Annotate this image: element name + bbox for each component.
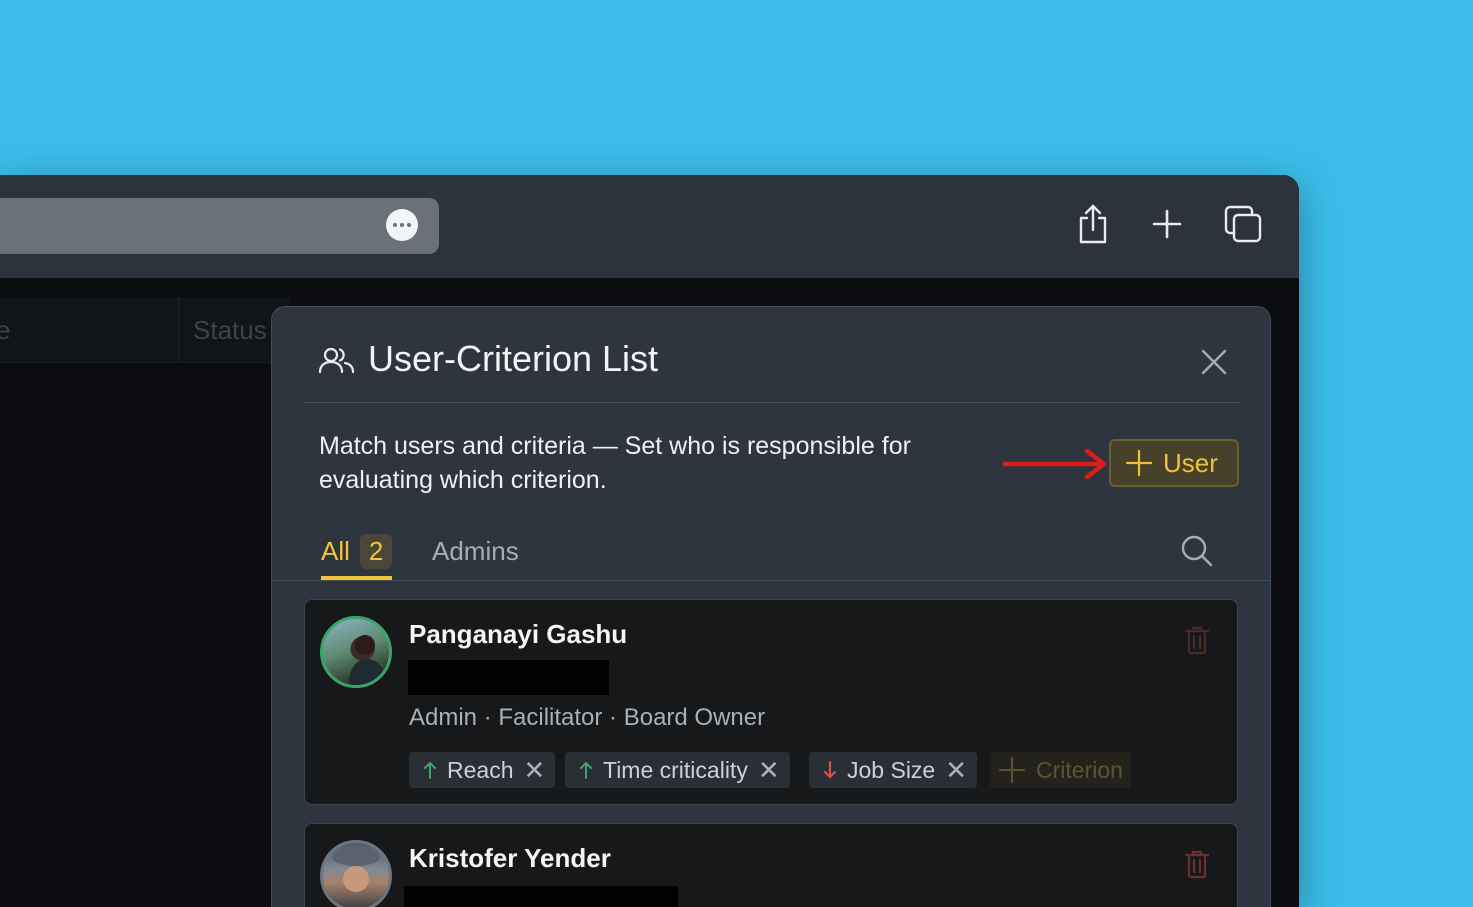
redacted-email <box>408 660 609 695</box>
trash-icon[interactable] <box>1184 849 1210 884</box>
trash-icon[interactable] <box>1184 625 1210 660</box>
add-criterion-label: Criterion <box>1036 756 1123 783</box>
new-tab-icon[interactable] <box>1147 202 1187 246</box>
background-status-header: Status <box>193 315 267 345</box>
plus-icon <box>999 757 1025 783</box>
redacted-email <box>404 886 678 907</box>
add-user-button[interactable]: User <box>1109 439 1239 487</box>
add-user-label: User <box>1163 447 1218 478</box>
avatar <box>320 840 392 907</box>
arrow-down-icon <box>824 761 836 779</box>
browser-toolbar <box>0 175 1299 278</box>
tab-admins[interactable]: Admins <box>432 536 519 567</box>
user-name: Panganayi Gashu <box>409 619 628 649</box>
criterion-label: Job Size <box>847 756 936 783</box>
annotation-arrow <box>1002 447 1109 486</box>
plus-icon <box>1125 449 1153 477</box>
tabs-divider <box>272 580 1270 581</box>
user-roles: Admin · Facilitator · Board Owner <box>409 704 766 731</box>
arrow-up-icon <box>424 761 436 779</box>
criterion-chip: Job Size ✕ <box>809 752 978 788</box>
criterion-chip: Reach ✕ <box>409 752 556 788</box>
remove-criterion-icon[interactable]: ✕ <box>758 755 780 786</box>
share-icon[interactable] <box>1073 202 1113 246</box>
modal-description: Match users and criteria — Set who is re… <box>319 432 911 494</box>
users-icon <box>318 346 356 379</box>
address-bar[interactable] <box>0 198 439 254</box>
tab-all-label: All <box>321 535 350 566</box>
tabs-overview-icon[interactable] <box>1223 202 1263 246</box>
avatar <box>320 616 392 688</box>
more-options-icon[interactable] <box>386 209 418 241</box>
criterion-chip: Time criticality ✕ <box>565 752 790 788</box>
remove-criterion-icon[interactable]: ✕ <box>945 755 967 786</box>
search-icon[interactable] <box>1180 534 1214 573</box>
tab-all[interactable]: All 2 <box>321 532 393 580</box>
arrow-up-icon <box>580 761 592 779</box>
criterion-label: Reach <box>447 756 514 783</box>
tab-all-count: 2 <box>359 533 393 569</box>
remove-criterion-icon[interactable]: ✕ <box>523 755 545 786</box>
header-divider <box>304 402 1240 403</box>
add-criterion-button[interactable]: Criterion <box>990 752 1131 788</box>
close-icon[interactable] <box>1198 346 1230 378</box>
criterion-label: Time criticality <box>603 756 748 783</box>
background-header-cell: e <box>0 315 11 345</box>
background-column-divider <box>178 297 179 363</box>
modal-title: User-Criterion List <box>368 338 659 379</box>
user-name: Kristofer Yender <box>409 843 611 873</box>
